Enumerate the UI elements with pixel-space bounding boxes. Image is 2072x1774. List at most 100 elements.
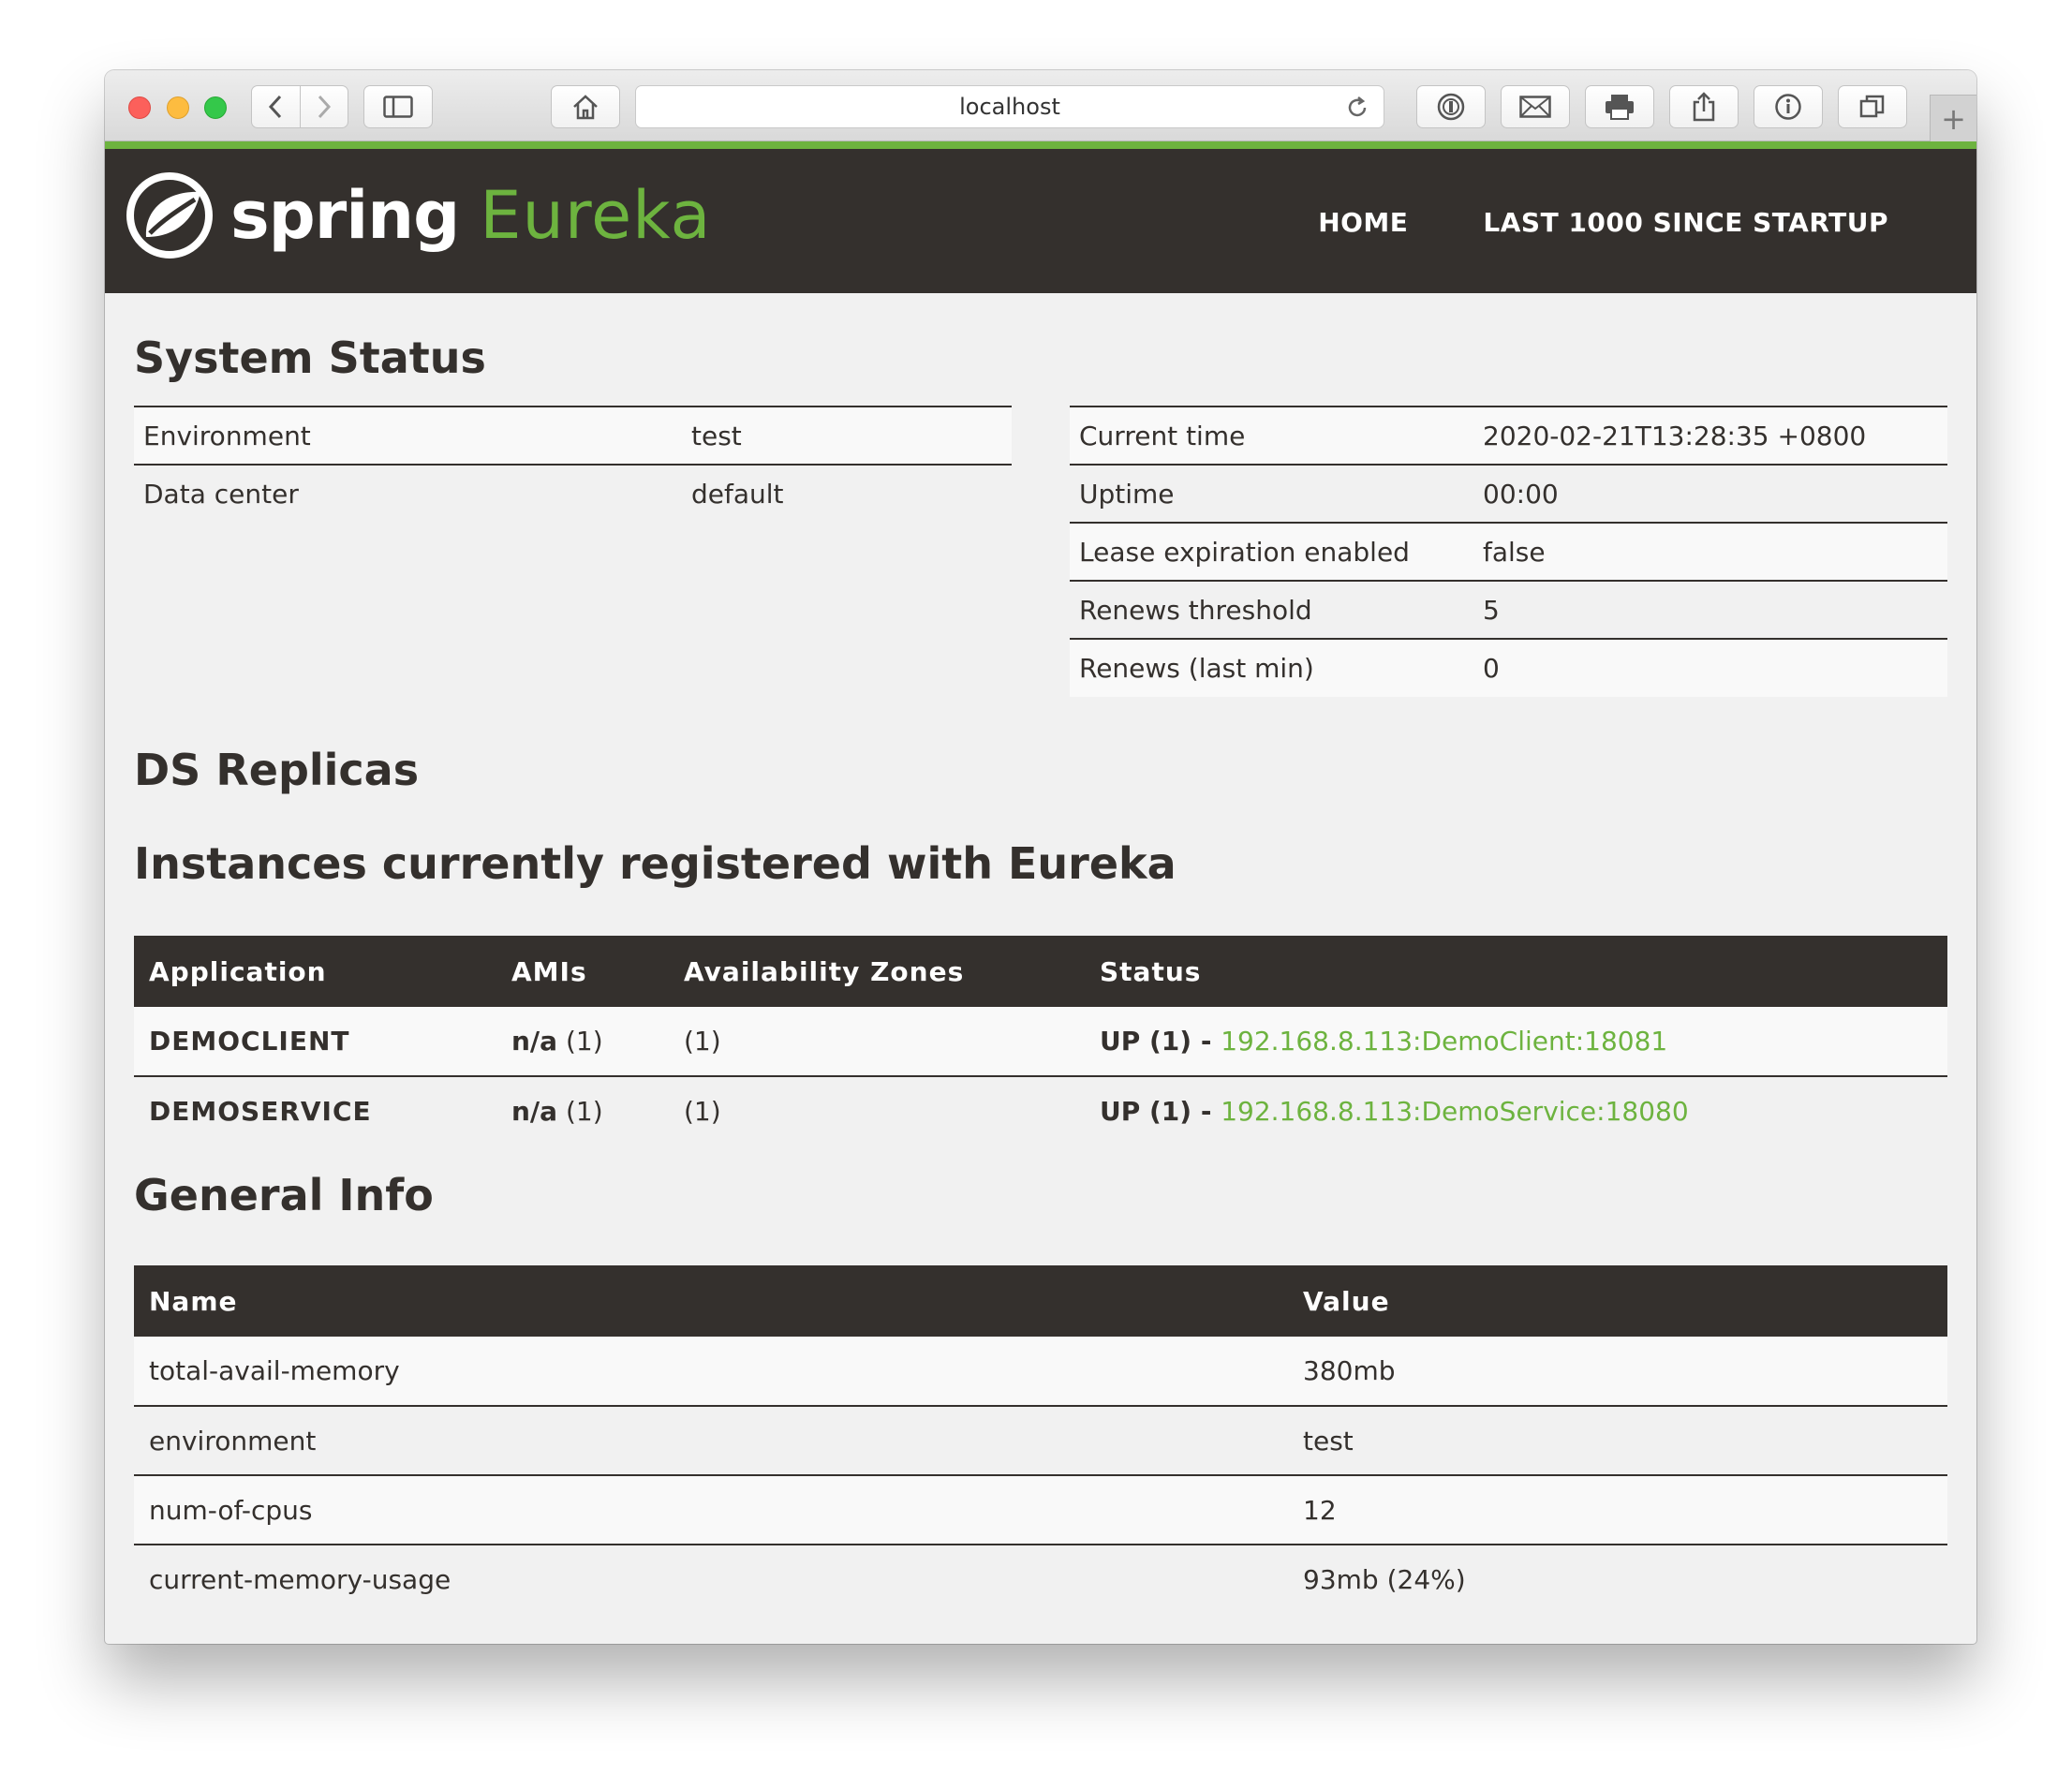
amis-cell: n/a (1) [496, 1007, 669, 1076]
status-label: Environment [134, 406, 682, 465]
table-row: Uptime 00:00 [1070, 464, 1947, 523]
ami-name: n/a [511, 1026, 558, 1057]
table-row: Data center default [134, 464, 1012, 523]
column-header: Name [134, 1265, 1288, 1337]
print-button[interactable] [1585, 85, 1654, 128]
column-header: AMIs [496, 936, 669, 1007]
info-name: num-of-cpus [134, 1474, 1288, 1545]
table-row: total-avail-memory 380mb [134, 1337, 1947, 1406]
instance-link[interactable]: 192.168.8.113:DemoClient:18081 [1221, 1026, 1667, 1057]
status-cell: UP (1) - 192.168.8.113:DemoClient:18081 [1085, 1007, 1947, 1076]
share-button[interactable] [1669, 85, 1739, 128]
plus-icon: + [1941, 100, 1966, 137]
status-label: Uptime [1070, 464, 1473, 523]
table-row: Lease expiration enabled false [1070, 522, 1947, 581]
address-text: localhost [959, 94, 1060, 120]
tab-overview-icon [1859, 95, 1885, 118]
back-button[interactable] [252, 86, 300, 127]
new-tab-button[interactable]: + [1930, 95, 1976, 141]
tab-overview-button[interactable] [1838, 85, 1907, 128]
password-manager-icon [1437, 93, 1465, 121]
table-row: environment test [134, 1405, 1947, 1475]
chevron-right-icon [318, 95, 331, 119]
instances-heading: Instances currently registered with Eure… [134, 838, 1177, 889]
browser-toolbar: localhost + [105, 70, 1976, 141]
status-value: 00:00 [1473, 464, 1947, 523]
status-value: test [682, 406, 1012, 465]
status-label: Renews (last min) [1070, 638, 1473, 697]
status-label: Current time [1070, 406, 1473, 465]
info-value: 380mb [1288, 1337, 1947, 1406]
general-info-heading: General Info [134, 1170, 434, 1220]
sidebar-toggle-button[interactable] [363, 85, 433, 128]
status-value: 2020-02-21T13:28:35 +0800 [1473, 406, 1947, 465]
table-header-row: Application AMIs Availability Zones Stat… [134, 936, 1947, 1007]
table-row: DEMOCLIENT n/a (1) (1) UP (1) - 192.168.… [134, 1007, 1947, 1076]
spring-eureka-logo[interactable]: spring Eureka [126, 171, 711, 259]
column-header: Value [1288, 1265, 1947, 1337]
ami-count: (1) [557, 1026, 603, 1057]
status-prefix: UP (1) - [1100, 1026, 1221, 1057]
share-icon [1693, 92, 1715, 122]
minimize-window-button[interactable] [167, 96, 189, 119]
nav-last1000-link[interactable]: LAST 1000 SINCE STARTUP [1483, 207, 1888, 238]
mail-icon [1519, 96, 1551, 118]
address-bar[interactable]: localhost [635, 85, 1384, 128]
amis-cell: n/a (1) [496, 1075, 669, 1146]
home-button[interactable] [551, 85, 620, 128]
zoom-window-button[interactable] [204, 96, 227, 119]
reload-icon[interactable] [1344, 95, 1370, 121]
info-value: test [1288, 1405, 1947, 1475]
status-value: 5 [1473, 580, 1947, 639]
table-row: Environment test [134, 406, 1012, 465]
info-button[interactable] [1754, 85, 1823, 128]
ds-replicas-heading: DS Replicas [134, 745, 420, 795]
password-manager-button[interactable] [1416, 85, 1486, 128]
info-name: current-memory-usage [134, 1544, 1288, 1614]
status-value: 0 [1473, 638, 1947, 697]
mail-button[interactable] [1501, 85, 1570, 128]
status-value: default [682, 464, 1012, 523]
general-info-table: Name Value total-avail-memory 380mb envi… [134, 1265, 1947, 1614]
status-label: Renews threshold [1070, 580, 1473, 639]
browser-window: localhost + spring Eureka HOME LAST 1000… [105, 70, 1976, 1644]
forward-button[interactable] [299, 86, 348, 127]
application-name: DEMOCLIENT [134, 1007, 496, 1076]
nav-home-link[interactable]: HOME [1318, 207, 1408, 238]
navbar: spring Eureka HOME LAST 1000 SINCE START… [105, 149, 1976, 293]
system-status-heading: System Status [134, 333, 486, 383]
column-header: Application [134, 936, 496, 1007]
status-cell: UP (1) - 192.168.8.113:DemoService:18080 [1085, 1075, 1947, 1146]
zones-cell: (1) [669, 1075, 1085, 1146]
table-row: Renews threshold 5 [1070, 580, 1947, 639]
zones-cell: (1) [669, 1007, 1085, 1076]
column-header: Availability Zones [669, 936, 1085, 1007]
history-nav-group [251, 85, 348, 128]
status-value: false [1473, 522, 1947, 581]
application-name: DEMOSERVICE [134, 1075, 496, 1146]
table-row: DEMOSERVICE n/a (1) (1) UP (1) - 192.168… [134, 1075, 1947, 1146]
status-label: Lease expiration enabled [1070, 522, 1473, 581]
sidebar-icon [383, 96, 413, 118]
ami-count: (1) [557, 1096, 603, 1127]
table-row: current-memory-usage 93mb (24%) [134, 1544, 1947, 1614]
info-icon [1775, 94, 1801, 120]
info-name: total-avail-memory [134, 1337, 1288, 1406]
info-name: environment [134, 1405, 1288, 1475]
ami-name: n/a [511, 1096, 558, 1127]
accent-strip [105, 141, 1976, 149]
home-icon [573, 95, 598, 120]
table-row: Renews (last min) 0 [1070, 638, 1947, 697]
instance-link[interactable]: 192.168.8.113:DemoService:18080 [1221, 1096, 1688, 1127]
info-value: 93mb (24%) [1288, 1544, 1947, 1614]
column-header: Status [1085, 936, 1947, 1007]
printer-icon [1606, 95, 1634, 120]
chevron-left-icon [269, 95, 282, 119]
table-row: num-of-cpus 12 [134, 1474, 1947, 1545]
system-status-right-table: Current time 2020-02-21T13:28:35 +0800 U… [1070, 406, 1947, 697]
brand-spring: spring [230, 177, 460, 254]
info-value: 12 [1288, 1474, 1947, 1545]
system-status-left-table: Environment test Data center default [134, 406, 1012, 523]
close-window-button[interactable] [128, 96, 151, 119]
table-row: Current time 2020-02-21T13:28:35 +0800 [1070, 406, 1947, 465]
